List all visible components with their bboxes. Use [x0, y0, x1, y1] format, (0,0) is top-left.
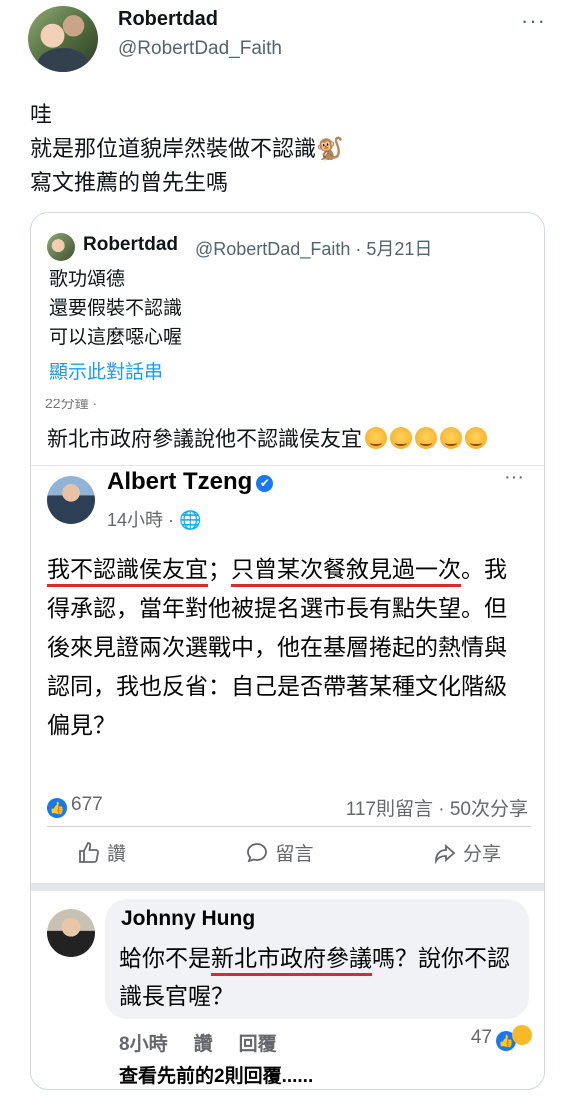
share-action: 分享: [433, 839, 501, 866]
avatar: [47, 233, 75, 261]
smirk-emoji-icon: [390, 427, 412, 449]
embedded-comment: 新北市政府參議說他不認識侯友宜: [47, 423, 487, 453]
quoted-display-name: Robertdad: [83, 234, 178, 255]
quoted-tweet-text: 歌功頌德 還要假裝不認識 可以這麼噁心喔: [49, 265, 182, 352]
post-time: 14小時 · 🌐: [107, 510, 202, 530]
smirk-emoji-icon: [440, 427, 462, 449]
underlined-text: 我不認識侯友宜: [47, 556, 208, 587]
haha-reaction-icon: [512, 1025, 532, 1045]
smirk-emoji-icon: [415, 427, 437, 449]
tweet-text: 哇 就是那位道貌岸然裝做不認識🐒 寫文推薦的曾先生嗎: [30, 98, 343, 200]
underlined-text: 新北市政府參議: [211, 945, 372, 976]
quoted-tweet[interactable]: Robertdad @RobertDad_Faith · 5月21日 歌功頌德 …: [30, 212, 545, 1090]
quoted-handle-date: @RobertDad_Faith · 5月21日: [195, 239, 433, 259]
tweet-line: 哇: [30, 102, 53, 127]
more-options-icon: ···: [504, 466, 524, 488]
divider: [31, 883, 544, 891]
tweet-header: Robertdad @RobertDad_Faith ···: [28, 6, 548, 72]
avatar: [47, 476, 95, 524]
comment-like: 讚: [193, 1034, 213, 1055]
share-arrow-icon: [435, 843, 456, 864]
reaction-count: 👍 677: [47, 794, 103, 818]
tweet-line: 寫文推薦的曾先生嗎: [30, 170, 229, 195]
user-handle[interactable]: @RobertDad_Faith: [118, 38, 282, 60]
thumbs-up-icon: [79, 841, 99, 863]
embedded-facebook-screenshot: 22分鐘 · 新北市政府參議說他不認識侯友宜 Albert Tzeng ✔ 14小…: [31, 399, 544, 1089]
embedded-comment-text: 新北市政府參議說他不認識侯友宜: [47, 428, 362, 451]
comment-bubble: Johnny Hung 蛤你不是新北市政府參議嗎？說你不認識長官喔？: [105, 899, 529, 1019]
comment-text: 蛤你不是新北市政府參議嗎？說你不認識長官喔？: [119, 945, 510, 1009]
comment-bubble-icon: [247, 842, 268, 862]
comment-reactions: 47 👍: [471, 1025, 532, 1051]
facebook-post: Albert Tzeng ✔ 14小時 · 🌐 ··· 我不認識侯友宜；只曾某次餐…: [31, 465, 544, 873]
show-thread-link[interactable]: 顯示此對話串: [49, 357, 163, 384]
comment-action: 留言: [245, 839, 314, 866]
post-actions: 讚 留言 分享: [47, 826, 531, 878]
comment-meta: 8小時 讚 回覆: [119, 1029, 303, 1056]
post-author: Albert Tzeng ✔: [107, 468, 274, 496]
view-previous-replies: 查看先前的2則回覆......: [119, 1066, 314, 1087]
quoted-line: 歌功頌德: [49, 269, 126, 290]
like-action: 讚: [77, 839, 126, 866]
comment-time: 8小時: [119, 1034, 168, 1055]
smirk-emoji-icon: [465, 427, 487, 449]
more-options-icon[interactable]: ···: [521, 8, 546, 34]
avatar: [47, 909, 95, 957]
quoted-line: 還要假裝不認識: [49, 298, 183, 319]
post-body: 我不認識侯友宜；只曾某次餐敘見過一次。我得承認，當年對他被提名選市長有點失望。但…: [47, 556, 507, 738]
comment-author: Johnny Hung: [121, 907, 256, 930]
tweet-line: 就是那位道貌岸然裝做不認識🐒: [30, 136, 344, 161]
verified-badge-icon: ✔: [256, 475, 274, 492]
smirk-emoji-icon: [365, 427, 387, 449]
like-reaction-icon: 👍: [47, 798, 67, 818]
quoted-tweet-header: Robertdad @RobertDad_Faith · 5月21日: [47, 233, 537, 261]
cropped-meta: 22分鐘 ·: [45, 399, 98, 411]
comment-share-count: 117則留言 · 50次分享: [345, 799, 528, 820]
underlined-text: 只曾某次餐敘見過一次: [231, 556, 461, 587]
comment-reply: 回覆: [238, 1034, 277, 1055]
avatar[interactable]: [28, 6, 98, 72]
display-name[interactable]: Robertdad: [118, 8, 218, 31]
quoted-line: 可以這麼噁心喔: [49, 327, 183, 348]
